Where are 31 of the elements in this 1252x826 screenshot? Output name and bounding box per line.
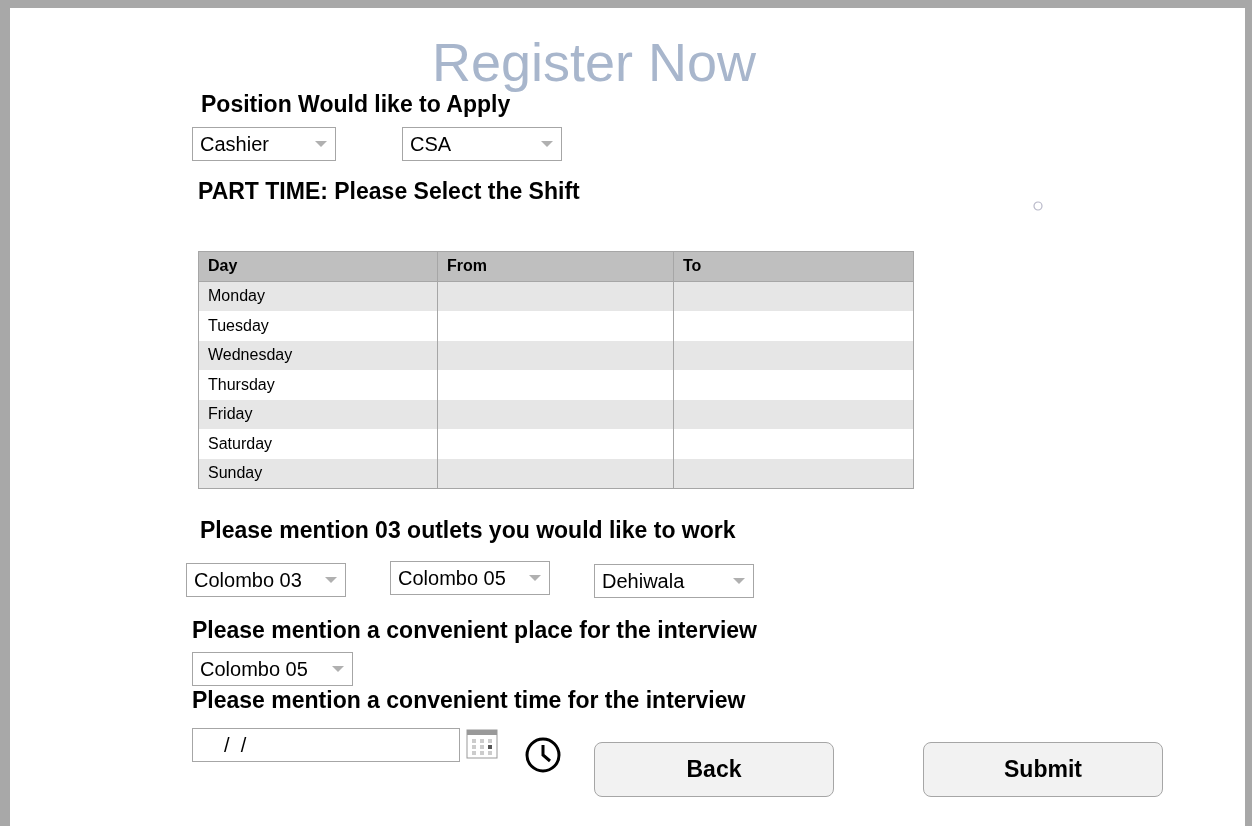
table-cell: Wednesday [199,340,437,370]
caret-icon [541,140,553,148]
section-heading: Please mention 03 outlets you would like to work [200,516,736,544]
caret-icon [315,140,327,148]
table-cell: Friday [199,399,437,429]
dropdown[interactable]: Colombo 05 [192,652,353,686]
column-header: Day [199,252,437,282]
dropdown[interactable]: CSA [402,127,562,161]
column-header: To [673,252,913,282]
section-heading: Position Would like to Apply [201,91,511,118]
submit-button[interactable]: Submit [923,742,1163,797]
section-heading: Please mention a convenient place for the interview [192,616,757,644]
section-heading: Please mention a convenient time for the interview [192,686,746,714]
column-header: From [437,252,673,282]
dropdown[interactable]: Colombo 03 [186,563,346,597]
caret-icon [733,577,745,585]
section-heading: PART TIME: Please Select the Shift [198,177,580,205]
back-button[interactable]: Back [594,742,834,797]
dropdown[interactable]: Colombo 05 [390,561,550,595]
table-cell: Sunday [199,458,437,488]
caret-icon [325,576,337,584]
date-field[interactable]: / / [192,728,460,762]
caret-icon [332,665,344,673]
page-title: Register Now [432,34,757,90]
caret-icon [529,574,541,582]
calendar-icon[interactable] [465,726,499,760]
dropdown[interactable]: Cashier [192,127,336,161]
clock-icon[interactable] [524,736,562,774]
table-cell: Monday [199,281,437,311]
dropdown[interactable]: Dehiwala [594,564,754,598]
circle-icon [1032,200,1044,212]
